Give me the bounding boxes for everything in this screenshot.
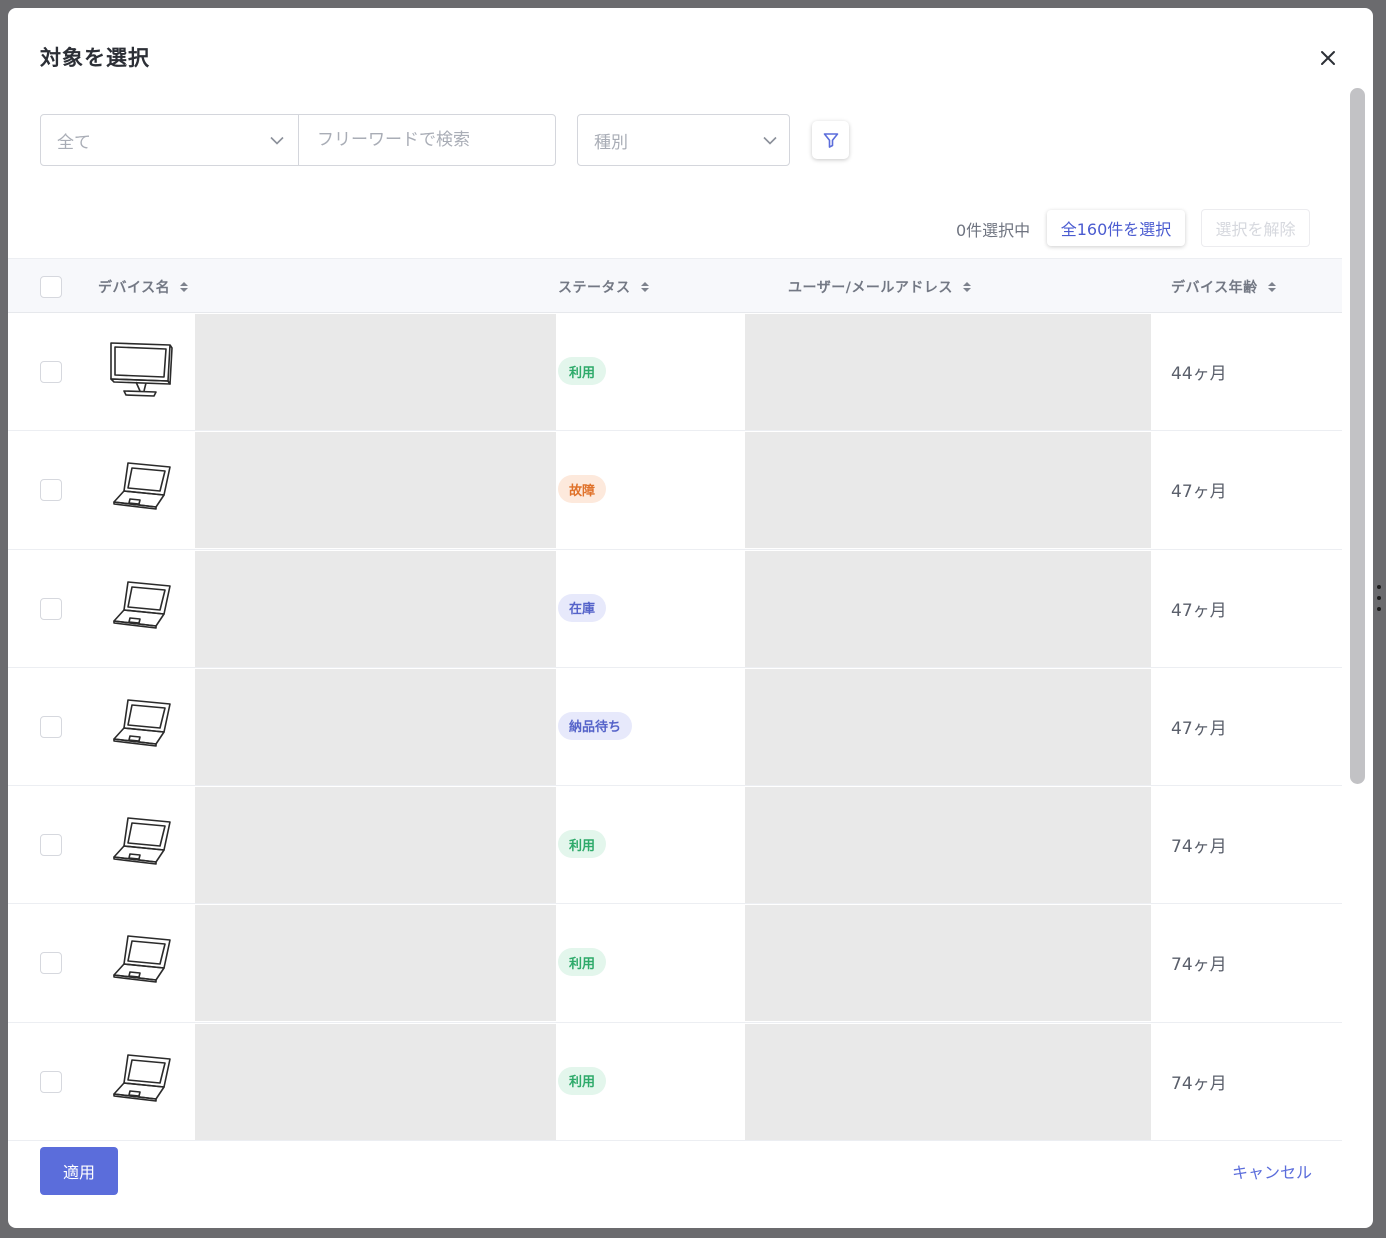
table-row[interactable]: 故障 47ヶ月 [8,431,1342,550]
column-header-device-age[interactable]: デバイス年齢 [1171,259,1276,314]
status-badge: 利用 [558,830,607,859]
filter-icon [823,133,838,148]
table-row[interactable]: 在庫 47ヶ月 [8,550,1342,668]
column-header-user-email[interactable]: ユーザー/メールアドレス [788,259,971,314]
row-checkbox[interactable] [40,597,62,620]
close-icon [1321,51,1335,65]
device-name-redacted [195,905,556,1022]
selection-count: 0件選択中 [956,221,1031,240]
user-email-redacted [745,905,1151,1022]
filter-button[interactable] [812,121,849,159]
user-email-redacted [745,432,1151,549]
device-age: 47ヶ月 [1171,600,1227,621]
sort-icon[interactable] [1267,281,1276,292]
sort-icon[interactable] [640,281,649,292]
scope-select-value: 全て [57,132,91,153]
laptop-icon [104,694,176,756]
device-name-redacted [195,787,556,904]
device-table: デバイス名 ステータス ユーザー/メールアドレス デバイス年齢 利用 44ヶ月 … [8,258,1342,1142]
close-button[interactable] [1314,44,1342,72]
device-name-redacted [195,668,556,785]
type-select[interactable]: 種別 [577,114,790,166]
status-badge: 利用 [558,948,607,977]
status-badge: 利用 [558,357,607,385]
scope-select[interactable]: 全て [40,114,299,166]
device-name-redacted [195,550,556,667]
chevron-down-icon [763,136,777,145]
device-age: 44ヶ月 [1171,364,1227,384]
deselect-button[interactable]: 選択を解除 [1201,209,1310,247]
device-age: 74ヶ月 [1171,955,1227,976]
user-email-redacted [745,314,1151,430]
user-email-redacted [745,550,1151,667]
row-checkbox[interactable] [40,479,62,502]
column-header-status[interactable]: ステータス [558,259,649,314]
row-checkbox[interactable] [40,834,62,857]
table-row[interactable]: 利用 74ヶ月 [8,786,1342,905]
device-name-redacted [195,1023,556,1140]
table-row[interactable]: 利用 74ヶ月 [8,904,1342,1023]
device-age: 47ヶ月 [1171,718,1227,739]
laptop-icon [104,576,176,638]
device-age: 74ヶ月 [1171,837,1227,858]
laptop-icon [104,812,176,874]
laptop-icon [104,457,176,519]
table-row[interactable]: 納品待ち 47ヶ月 [8,668,1342,787]
type-select-placeholder: 種別 [594,132,628,153]
row-checkbox[interactable] [40,1070,62,1093]
modal-title: 対象を選択 [40,46,150,70]
user-email-redacted [745,1023,1151,1140]
search-input[interactable] [298,114,556,166]
scrollbar[interactable] [1350,88,1365,784]
select-all-button[interactable]: 全160件を選択 [1047,210,1185,246]
apply-button[interactable]: 適用 [40,1147,118,1195]
table-header: デバイス名 ステータス ユーザー/メールアドレス デバイス年齢 [8,258,1342,313]
device-name-redacted [195,432,556,549]
chevron-down-icon [270,136,284,145]
desktop-icon [104,339,176,401]
cancel-button[interactable]: キャンセル [1232,1159,1312,1183]
more-options-icon[interactable] [1376,585,1382,611]
status-badge: 在庫 [558,593,607,622]
status-badge: 利用 [558,1066,607,1095]
status-badge: 故障 [558,475,607,504]
device-name-redacted [195,314,556,430]
device-age: 47ヶ月 [1171,482,1227,503]
table-body: 利用 44ヶ月 故障 47ヶ月 在庫 47ヶ月 納品待ち 47ヶ月 利用 74ヶ… [8,313,1342,1142]
row-checkbox[interactable] [40,715,62,738]
select-all-checkbox[interactable] [40,276,62,298]
sort-icon[interactable] [180,281,189,292]
laptop-icon [104,930,176,992]
laptop-icon [104,1049,176,1111]
device-age: 74ヶ月 [1171,1073,1227,1094]
column-header-device-name[interactable]: デバイス名 [98,259,189,314]
table-row[interactable]: 利用 74ヶ月 [8,1023,1342,1142]
backdrop [1372,0,1386,1238]
status-badge: 納品待ち [558,711,633,740]
select-target-modal: 対象を選択 全て 種別 0件選択中 全160件を選択 選択を解除 デバイス名 [8,8,1373,1228]
user-email-redacted [745,668,1151,785]
row-checkbox[interactable] [40,361,62,383]
row-checkbox[interactable] [40,952,62,975]
table-row[interactable]: 利用 44ヶ月 [8,313,1342,432]
sort-icon[interactable] [962,281,971,292]
user-email-redacted [745,787,1151,904]
